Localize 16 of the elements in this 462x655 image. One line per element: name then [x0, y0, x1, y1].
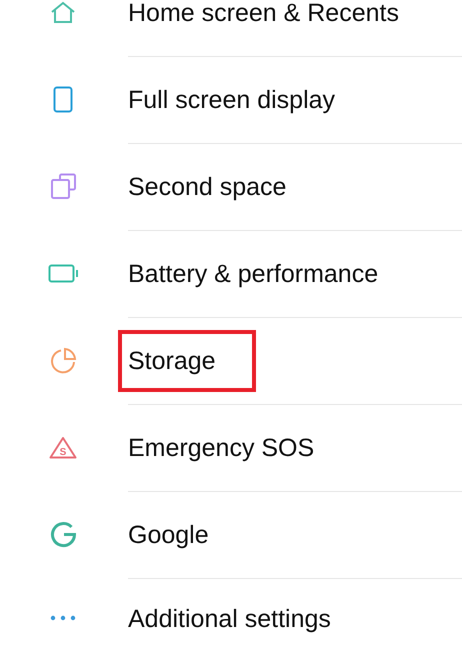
- copy-icon: [50, 173, 76, 200]
- battery-icon: [48, 264, 78, 283]
- g-logo-icon: [50, 521, 76, 548]
- settings-item[interactable]: Google: [118, 504, 249, 566]
- settings-item[interactable]: Storage: [118, 330, 256, 392]
- warning-icon: S: [49, 436, 77, 460]
- phone-icon: [53, 86, 73, 113]
- settings-item[interactable]: Battery & performance: [118, 243, 418, 305]
- more-icon: [50, 615, 76, 621]
- pie-chart-icon: [49, 346, 77, 374]
- settings-item[interactable]: Second space: [118, 156, 326, 218]
- settings-item[interactable]: Additional settings: [118, 588, 371, 650]
- settings-item[interactable]: Emergency SOS: [118, 417, 354, 479]
- house-icon: [50, 0, 76, 24]
- settings-item[interactable]: Full screen display: [118, 69, 376, 131]
- settings-item[interactable]: Home screen & Recents: [118, 0, 439, 44]
